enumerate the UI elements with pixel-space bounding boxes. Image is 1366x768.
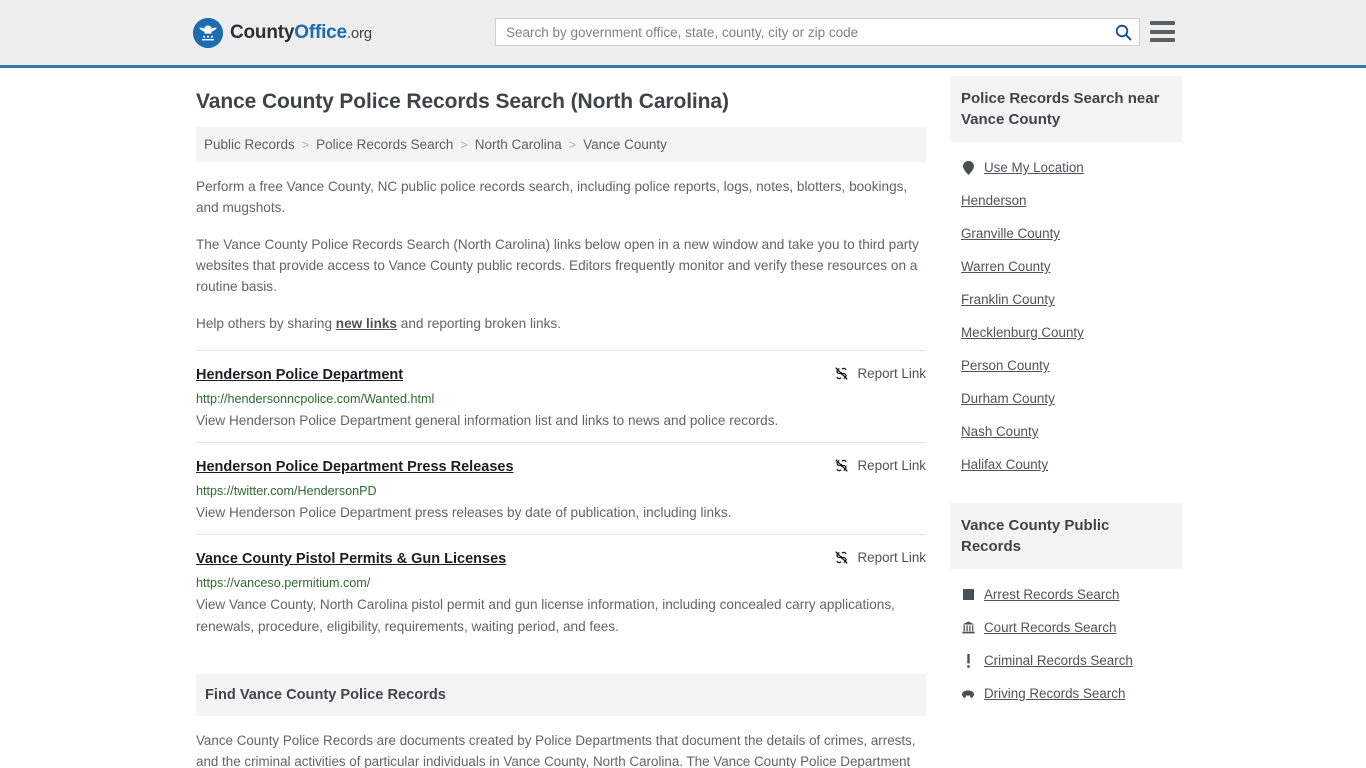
sidebar-item-label: Person County (961, 358, 1050, 373)
logo-word-county: County (230, 21, 295, 43)
car-icon (961, 689, 975, 698)
hamburger-bar-3 (1150, 38, 1175, 42)
sidebar-item-label: Criminal Records Search (984, 653, 1133, 668)
sidebar-item-henderson[interactable]: Henderson (950, 184, 1182, 217)
help-text-before: Help others by sharing (196, 316, 336, 331)
courthouse-icon (961, 621, 975, 634)
sidebar-item-label: Mecklenburg County (961, 325, 1084, 340)
sidebar-item-label: Warren County (961, 259, 1051, 274)
intro-paragraph-1: Perform a free Vance County, NC public p… (196, 179, 908, 215)
hamburger-bar-2 (1150, 29, 1175, 34)
sidebar-item-use-my-location[interactable]: Use My Location (950, 151, 1182, 184)
search-button[interactable] (1107, 19, 1139, 45)
eagle-seal-icon (193, 17, 223, 48)
sidebar-panel-public-records: Vance County Public Records Arrest Recor… (950, 503, 1182, 710)
breadcrumb-item-0[interactable]: Public Records (204, 137, 295, 152)
sidebar-item-person-county[interactable]: Person County (950, 349, 1182, 382)
sidebar-item-label: Court Records Search (984, 620, 1117, 635)
sidebar-item-court-records-search[interactable]: Court Records Search (950, 611, 1182, 644)
sidebar-public-records-links: Arrest Records Search Court Records Sear… (950, 569, 1182, 710)
site-header: CountyOffice.org (0, 0, 1366, 68)
search-input[interactable] (496, 19, 1107, 45)
find-records-body: Vance County Police Records are document… (196, 733, 916, 768)
sidebar-nearby-heading: Police Records Search near Vance County (950, 76, 1182, 142)
site-logo-text: CountyOffice.org (230, 22, 372, 44)
broken-link-icon (834, 459, 848, 472)
sidebar: Police Records Search near Vance County … (950, 68, 1182, 718)
breadcrumb: Public Records > Police Records Search >… (196, 127, 926, 162)
result-url[interactable]: https://vanceso.permitium.com/ (196, 575, 926, 591)
sidebar-item-label: Halifax County (961, 457, 1049, 472)
sidebar-item-label: Durham County (961, 391, 1055, 406)
hamburger-menu-icon[interactable] (1150, 21, 1175, 42)
square-icon (961, 589, 975, 600)
sidebar-item-granville-county[interactable]: Granville County (950, 217, 1182, 250)
hamburger-bar-1 (1150, 21, 1175, 25)
sidebar-nearby-links: Use My Location Henderson Granville Coun… (950, 142, 1182, 481)
find-records-heading: Find Vance County Police Records (205, 687, 446, 703)
result-description: View Henderson Police Department press r… (196, 505, 732, 520)
result-url[interactable]: http://hendersonncpolice.com/Wanted.html (196, 391, 926, 407)
breadcrumb-item-2[interactable]: North Carolina (475, 137, 562, 152)
site-logo[interactable]: CountyOffice.org (193, 17, 372, 48)
sidebar-item-label: Franklin County (961, 292, 1055, 307)
broken-link-icon (834, 551, 848, 564)
result-description: View Henderson Police Department general… (196, 413, 779, 428)
sidebar-item-criminal-records-search[interactable]: Criminal Records Search (950, 644, 1182, 677)
report-link-label: Report Link (857, 366, 926, 381)
sidebar-item-durham-county[interactable]: Durham County (950, 382, 1182, 415)
sidebar-item-nash-county[interactable]: Nash County (950, 415, 1182, 448)
sidebar-public-records-heading: Vance County Public Records (950, 503, 1182, 569)
map-pin-icon (961, 160, 975, 175)
intro-paragraph-2: The Vance County Police Records Search (… (196, 237, 919, 294)
result-header: Henderson Police Department Report Link (196, 365, 926, 385)
sidebar-item-arrest-records-search[interactable]: Arrest Records Search (950, 578, 1182, 611)
result-header: Henderson Police Department Press Releas… (196, 457, 926, 477)
main-content: Vance County Police Records Search (Nort… (196, 68, 926, 768)
result-description: View Vance County, North Carolina pistol… (196, 597, 895, 634)
find-records-header: Find Vance County Police Records (196, 674, 926, 716)
result-item: Vance County Pistol Permits & Gun Licens… (196, 534, 926, 648)
logo-word-tld: .org (346, 24, 372, 42)
logo-word-office: Office (294, 21, 347, 43)
result-title-link[interactable]: Henderson Police Department Press Releas… (196, 457, 514, 477)
sidebar-item-franklin-county[interactable]: Franklin County (950, 283, 1182, 316)
report-link-label: Report Link (857, 458, 926, 473)
report-link-button[interactable]: Report Link (834, 549, 926, 565)
page-body: Vance County Police Records Search (Nort… (0, 68, 1366, 768)
report-link-button[interactable]: Report Link (834, 457, 926, 473)
result-header: Vance County Pistol Permits & Gun Licens… (196, 549, 926, 569)
sidebar-item-halifax-county[interactable]: Halifax County (950, 448, 1182, 481)
search-bar[interactable] (495, 18, 1140, 46)
breadcrumb-separator-0: > (301, 137, 310, 152)
result-title-link[interactable]: Vance County Pistol Permits & Gun Licens… (196, 549, 506, 569)
sidebar-item-label: Nash County (961, 424, 1039, 439)
exclamation-icon (961, 653, 975, 668)
sidebar-item-warren-county[interactable]: Warren County (950, 250, 1182, 283)
help-text-after: and reporting broken links. (397, 316, 561, 331)
sidebar-item-label: Henderson (961, 193, 1027, 208)
result-item: Henderson Police Department Report Link … (196, 350, 926, 442)
page-title: Vance County Police Records Search (Nort… (196, 90, 729, 113)
report-link-button[interactable]: Report Link (834, 365, 926, 381)
sidebar-item-label: Arrest Records Search (984, 587, 1120, 602)
sidebar-panel-nearby: Police Records Search near Vance County … (950, 76, 1182, 481)
breadcrumb-item-3[interactable]: Vance County (583, 137, 667, 152)
result-url[interactable]: https://twitter.com/HendersonPD (196, 483, 926, 499)
breadcrumb-separator-2: > (568, 137, 577, 152)
result-item: Henderson Police Department Press Releas… (196, 442, 926, 534)
sidebar-item-label: Use My Location (984, 160, 1084, 175)
help-paragraph: Help others by sharing new links and rep… (196, 313, 926, 334)
breadcrumb-separator-1: > (460, 137, 468, 152)
sidebar-item-driving-records-search[interactable]: Driving Records Search (950, 677, 1182, 710)
sidebar-item-label: Granville County (961, 226, 1060, 241)
broken-link-icon (834, 367, 848, 380)
report-link-label: Report Link (857, 550, 926, 565)
result-title-link[interactable]: Henderson Police Department (196, 365, 403, 385)
sidebar-item-label: Driving Records Search (984, 686, 1126, 701)
search-icon (1115, 24, 1131, 40)
breadcrumb-item-1[interactable]: Police Records Search (316, 137, 453, 152)
sidebar-item-mecklenburg-county[interactable]: Mecklenburg County (950, 316, 1182, 349)
new-links-link[interactable]: new links (336, 316, 397, 331)
